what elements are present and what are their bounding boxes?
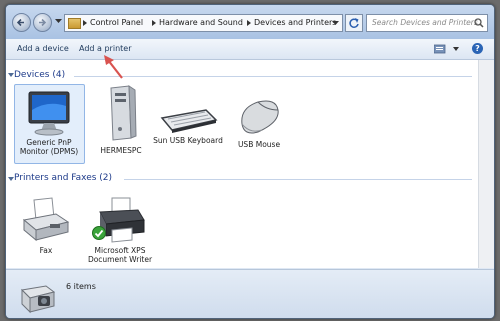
camera-printer-icon (20, 285, 56, 314)
add-printer-button[interactable]: Add a printer (79, 44, 131, 53)
device-label: Generic PnP Monitor (DPMS) (19, 138, 79, 156)
keyboard-icon (160, 109, 218, 133)
device-label: USB Mouse (237, 140, 281, 149)
vertical-scrollbar[interactable] (478, 60, 494, 268)
address-bar[interactable]: Control Panel Hardware and Sound Devices… (64, 14, 343, 32)
back-button[interactable] (12, 13, 31, 32)
mouse-icon (241, 100, 279, 134)
control-panel-folder-icon (68, 18, 81, 29)
change-view-button[interactable] (434, 44, 462, 54)
search-icon[interactable] (474, 18, 484, 28)
forward-arrow-icon (39, 18, 47, 27)
group-divider (74, 76, 472, 77)
recent-pages-dropdown[interactable] (55, 19, 62, 24)
computer-tower-icon (110, 85, 137, 141)
command-bar: Add a device Add a printer ? (6, 39, 494, 60)
group-header-printers-and-faxes[interactable]: Printers and Faxes (2) (14, 173, 112, 183)
item-count: 6 items (66, 282, 96, 291)
default-printer-check-icon (92, 226, 106, 240)
help-button[interactable]: ? (472, 43, 483, 54)
device-list-pane: Devices (4) Generic PnP Monitor (DPMS) H… (6, 60, 478, 268)
device-microsoft-xps-document-writer[interactable]: Microsoft XPS Document Writer (84, 196, 156, 264)
devices-and-printers-window: Control Panel Hardware and Sound Devices… (5, 4, 495, 319)
device-fax[interactable]: Fax (10, 196, 82, 255)
breadcrumb-separator-icon[interactable] (247, 20, 251, 26)
forward-button[interactable] (33, 13, 52, 32)
device-label: Sun USB Keyboard (153, 136, 223, 145)
breadcrumb-control-panel[interactable]: Control Panel (90, 18, 143, 27)
refresh-button[interactable] (345, 14, 363, 32)
fax-icon (22, 197, 70, 242)
breadcrumb-separator-icon[interactable] (83, 20, 87, 26)
refresh-icon (349, 18, 359, 28)
device-sun-usb-keyboard[interactable]: Sun USB Keyboard (152, 104, 224, 145)
group-divider (124, 179, 472, 180)
navigation-bar: Control Panel Hardware and Sound Devices… (6, 5, 494, 39)
add-device-button[interactable]: Add a device (17, 44, 69, 53)
back-arrow-icon (16, 18, 24, 27)
device-label: Fax (39, 246, 53, 255)
search-placeholder: Search Devices and Printers (372, 18, 478, 27)
address-dropdown-icon[interactable] (332, 21, 339, 26)
device-generic-pnp-monitor[interactable]: Generic PnP Monitor (DPMS) (13, 90, 85, 156)
breadcrumb-separator-icon[interactable] (152, 20, 156, 26)
device-usb-mouse[interactable]: USB Mouse (223, 96, 295, 149)
device-label: HERMESPC (100, 146, 142, 155)
group-header-devices[interactable]: Devices (4) (14, 70, 65, 80)
annotation-arrow-icon (104, 55, 123, 79)
device-label: Microsoft XPS Document Writer (87, 246, 153, 264)
breadcrumb-hardware-and-sound[interactable]: Hardware and Sound (159, 18, 243, 27)
device-hermespc[interactable]: HERMESPC (85, 84, 157, 155)
search-box[interactable]: Search Devices and Printers (366, 14, 488, 32)
monitor-icon (28, 91, 70, 136)
details-pane: 6 items (6, 269, 494, 318)
breadcrumb-devices-and-printers[interactable]: Devices and Printers (254, 18, 336, 27)
